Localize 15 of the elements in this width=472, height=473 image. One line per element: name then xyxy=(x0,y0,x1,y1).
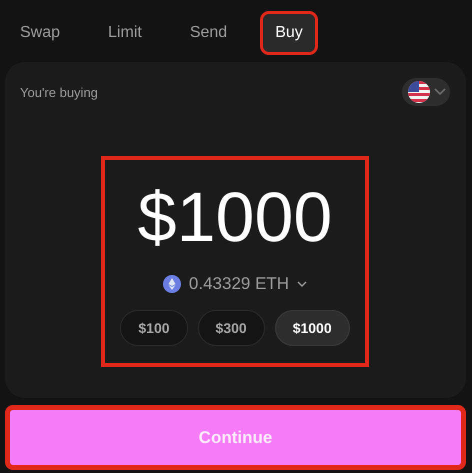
chevron-down-icon xyxy=(434,88,446,96)
amount-value: $1000 xyxy=(138,182,332,252)
flag-icon xyxy=(408,81,430,103)
tab[interactable]: Buy xyxy=(263,14,315,52)
chevron-down-icon xyxy=(297,281,308,287)
preset-amount-button[interactable]: $100 xyxy=(120,310,188,346)
tab[interactable]: Swap xyxy=(8,14,72,52)
currency-selector[interactable] xyxy=(402,78,450,106)
tab[interactable]: Send xyxy=(178,14,240,52)
section-label: You're buying xyxy=(20,84,98,100)
preset-amount-button[interactable]: $300 xyxy=(198,310,265,346)
tab[interactable]: Limit xyxy=(96,14,154,52)
ethereum-icon xyxy=(162,275,181,293)
token-selector[interactable]: 0.43329 ETH xyxy=(162,274,308,294)
preset-amount-button[interactable]: $1000 xyxy=(274,310,350,346)
